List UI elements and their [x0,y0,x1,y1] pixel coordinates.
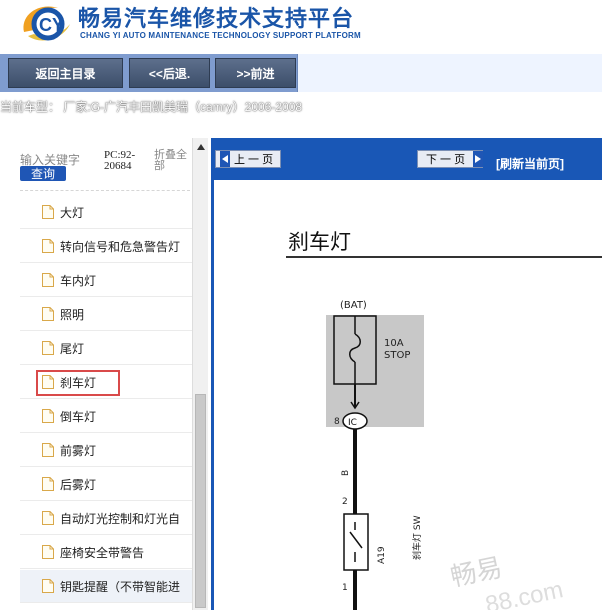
title-underline [286,256,602,258]
bat-label: (BAT) [340,300,367,311]
switch-code: A19 [377,546,387,564]
tree-item-label: 倒车灯 [60,409,97,424]
next-page-label: 下 一 页 [426,154,466,166]
scroll-up-arrow-icon[interactable] [193,140,208,154]
switch-name: 刹车灯 SW [411,515,423,560]
tree-item-label: 座椅安全带警告 [60,545,145,560]
logo-letters: CY [39,15,64,35]
junction-block [326,315,424,427]
tree-item-label: 后雾灯 [60,477,97,492]
connector-pin: 8 [334,417,340,427]
fold-all-link[interactable]: 折叠全部 [154,150,192,172]
app-header: CY 畅易汽车维修技术支持平台 CHANG YI AUTO MAINTENANC… [0,0,602,54]
document-icon [42,341,54,355]
selected-outline [36,370,120,396]
fuse-name: STOP [384,350,410,361]
tree-item[interactable]: 大灯 [20,196,192,229]
prev-page-label: 上 一 页 [234,154,274,166]
document-icon [42,443,54,457]
document-viewer: 刹车灯 (BAT) 10A STOP 8 IC B 2 A19 刹车灯 SW 1 [214,180,602,610]
arrow-right-icon [473,151,483,167]
tree-item-label: 前雾灯 [60,443,97,458]
tree-item-label: 钥匙提醒（不带智能进 [60,579,181,594]
tree-item[interactable]: 钥匙提醒（不带智能进 [20,570,192,603]
tree-item[interactable]: 前雾灯 [20,434,192,467]
switch-pin-bottom: 1 [342,583,348,593]
document-icon [42,239,54,253]
document-icon [42,205,54,219]
tree-item-label: 大灯 [60,205,85,220]
tree-item-label: 尾灯 [60,341,85,356]
nav-bar: 返回主目录 <<后退. >>前进 [0,54,602,92]
tree-item[interactable]: 座椅安全带警告 [20,536,192,569]
tree-item[interactable]: 转向信号和危急警告灯 [20,230,192,263]
sidebar-divider [20,190,190,191]
document-icon [42,273,54,287]
refresh-page-link[interactable]: [刷新当前页] [496,155,564,172]
document-icon [42,545,54,559]
cy-logo-icon: CY [18,2,76,48]
tree-item-label: 自动灯光控制和灯光自 [60,511,181,526]
brand-title: 畅易汽车维修技术支持平台 [78,7,355,32]
fuse-rating: 10A [384,338,404,349]
current-vehicle-label: 当前车型： 厂家:G-广汽丰田凯美瑞（camry）2006-2008 [0,100,303,114]
wiring-diagram: (BAT) 10A STOP 8 IC B 2 A19 刹车灯 SW 1 [314,290,434,610]
tree-item[interactable]: 后雾灯 [20,468,192,501]
tree-item[interactable]: 倒车灯 [20,400,192,433]
prev-page-button[interactable]: 上 一 页 [215,150,281,168]
back-button[interactable]: <<后退. [129,58,210,88]
brake-switch [343,513,369,571]
forward-button[interactable]: >>前进 [215,58,296,88]
pager-bar: 上 一 页 下 一 页 [刷新当前页] [211,138,602,180]
sidebar: 输入关键字 查询 PC:92-20684 折叠全部 大灯 转向信号和危急警告灯 车内… [0,138,208,610]
switch-pin-top: 2 [342,497,348,507]
scroll-thumb[interactable] [195,394,206,608]
brand-subtitle: CHANG YI AUTO MAINTENANCE TECHNOLOGY SUP… [80,31,361,40]
tree-item-label: 照明 [60,307,85,322]
document-icon [42,307,54,321]
sidebar-scrollbar[interactable] [192,138,208,610]
tree-item[interactable]: 刹车灯 [20,366,192,399]
tree-item-label: 车内灯 [60,273,97,288]
tree-item[interactable]: 尾灯 [20,332,192,365]
home-button[interactable]: 返回主目录 [8,58,123,88]
document-icon [42,477,54,491]
pc-code-label: PC:92-20684 [104,149,136,172]
document-icon [42,409,54,423]
tree-item[interactable]: 照明 [20,298,192,331]
tree-item-label: 转向信号和危急警告灯 [60,239,181,254]
wire-color: B [341,470,351,476]
search-button[interactable]: 查询 [20,166,66,181]
arrow-left-icon [220,151,230,167]
document-icon [42,579,54,593]
tree-item[interactable]: 自动灯光控制和灯光自 [20,502,192,535]
document-icon [42,511,54,525]
connector-label: IC [348,418,357,428]
document-title: 刹车灯 [288,230,351,254]
nav-button-group: 返回主目录 <<后退. >>前进 [0,54,298,92]
next-page-button[interactable]: 下 一 页 [417,150,483,168]
tree-item[interactable]: 车内灯 [20,264,192,297]
